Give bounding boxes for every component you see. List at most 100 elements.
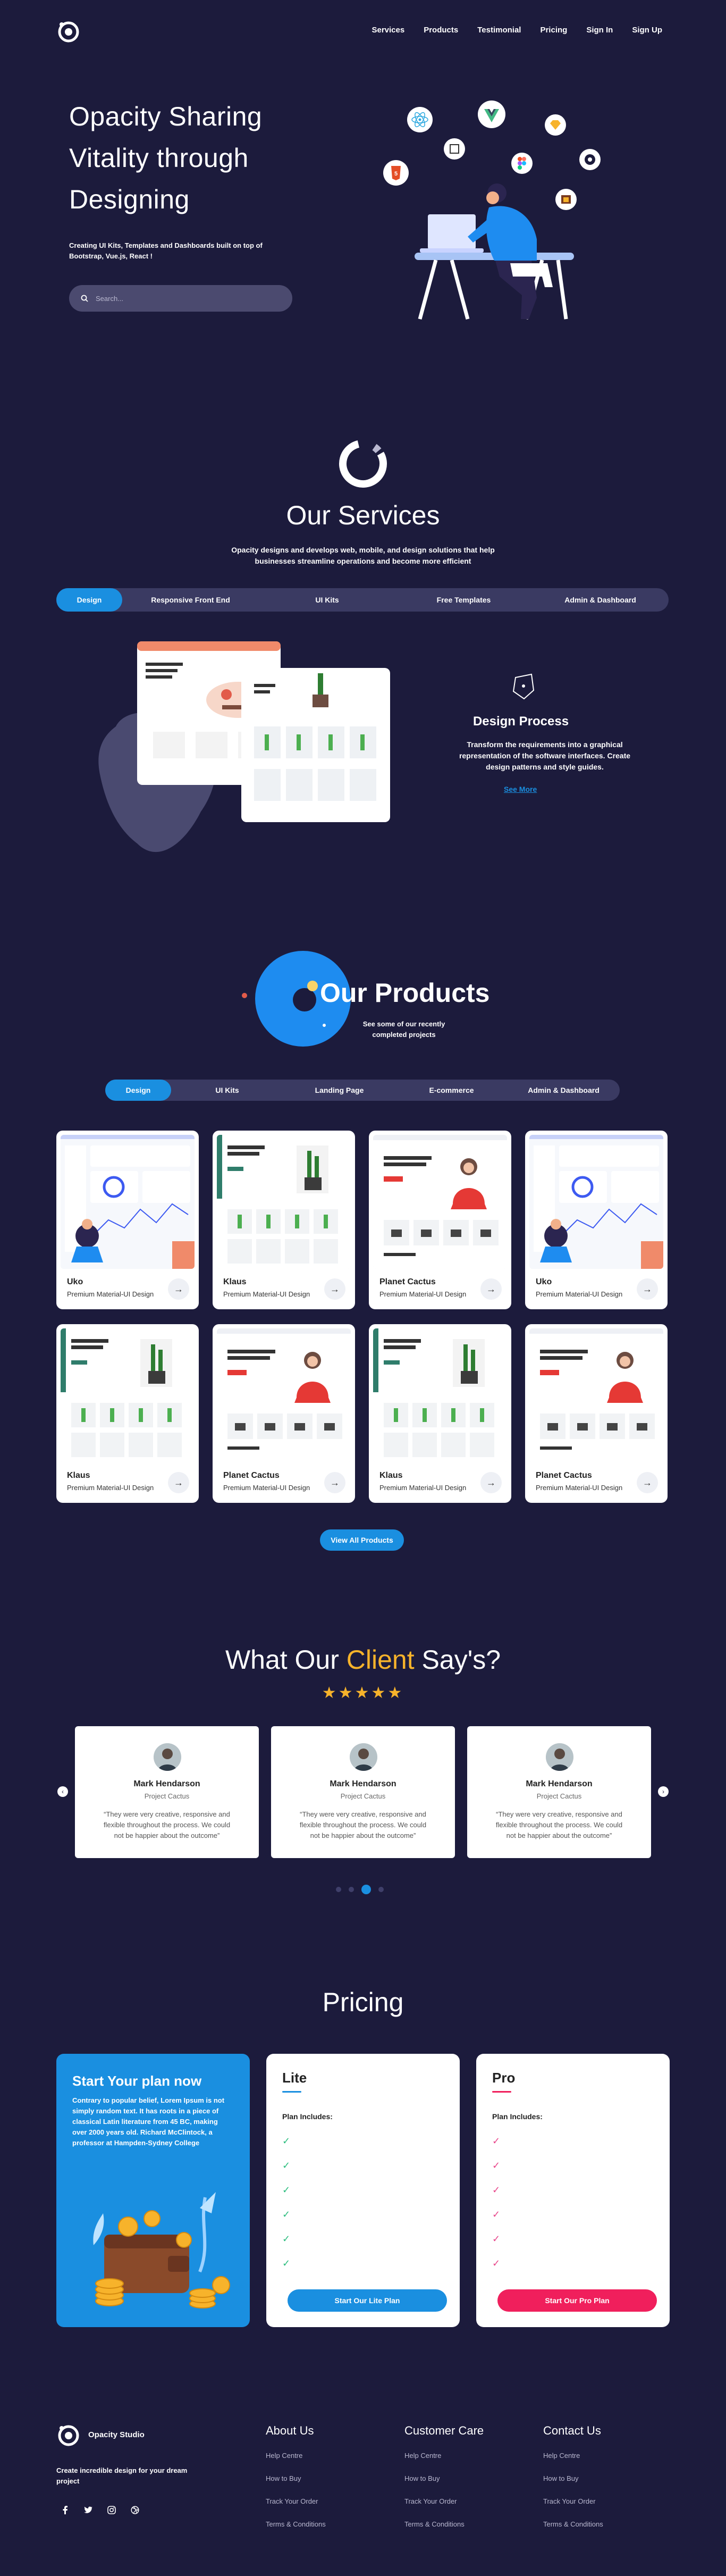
start-lite-plan-button[interactable]: Start Our Lite Plan [288, 2289, 447, 2312]
product-card[interactable]: Klaus Premium Material-UI Design → [213, 1131, 355, 1309]
product-card[interactable]: Planet Cactus Premium Material-UI Design… [213, 1324, 355, 1503]
view-all-products-button[interactable]: View All Products [320, 1529, 404, 1551]
pricing-intro-card: Start Your plan now Contrary to popular … [56, 2054, 250, 2327]
tab-responsive-front-end[interactable]: Responsive Front End [122, 588, 259, 612]
footer-brand: Opacity Studio [88, 2430, 145, 2439]
product-card[interactable]: Planet Cactus Premium Material-UI Design… [369, 1131, 511, 1309]
dribbble-icon[interactable] [131, 2506, 139, 2514]
footer-col-customer-care: Customer Care Help Centre How to Buy Tra… [404, 2424, 484, 2543]
plan-underline [492, 2091, 511, 2093]
testimonial-card: Mark Hendarson Project Cactus “They were… [467, 1726, 651, 1858]
instagram-icon[interactable] [107, 2506, 116, 2514]
product-thumbnail [217, 1135, 351, 1269]
search-input[interactable] [96, 294, 276, 303]
product-thumbnail [373, 1135, 507, 1269]
check-icon: ✓ [282, 2258, 291, 2269]
carousel-dots [336, 1885, 384, 1894]
footer-link[interactable]: Help Centre [404, 2452, 484, 2460]
tab-e-commerce[interactable]: E-commerce [395, 1080, 508, 1101]
start-pro-plan-button[interactable]: Start Our Pro Plan [497, 2289, 657, 2312]
testimonial-quote: “They were very creative, responsive and… [299, 1810, 427, 1839]
tab-admin-dashboard[interactable]: Admin & Dashboard [508, 1080, 620, 1101]
product-subtitle: Premium Material-UI Design [536, 1484, 623, 1492]
opacity-logo-icon [58, 2425, 79, 2446]
product-name: Uko [536, 1277, 552, 1286]
arrow-right-icon[interactable]: → [324, 1472, 345, 1493]
testimonial-quote: “They were very creative, responsive and… [495, 1810, 623, 1839]
product-thumbnail [529, 1328, 663, 1462]
plan-underline [282, 2091, 301, 2093]
check-icon: ✓ [492, 2234, 501, 2244]
carousel-dot[interactable] [378, 1887, 384, 1892]
nav-services[interactable]: Services [372, 26, 404, 35]
nav-pricing[interactable]: Pricing [540, 26, 567, 35]
product-card[interactable]: Klaus Premium Material-UI Design → [369, 1324, 511, 1503]
arrow-right-icon[interactable]: → [168, 1472, 189, 1493]
carousel-next-icon[interactable]: › [658, 1786, 669, 1797]
testimonials-title: What Our Client Say's? [0, 1644, 726, 1675]
twitter-icon[interactable] [84, 2506, 92, 2514]
folder-icon [555, 189, 577, 210]
see-more-link[interactable]: See More [504, 785, 537, 793]
html5-icon: 5 [383, 160, 409, 186]
product-name: Klaus [67, 1471, 90, 1480]
facebook-icon[interactable] [62, 2506, 69, 2514]
nav-sign-in[interactable]: Sign In [586, 26, 613, 35]
arrow-right-icon[interactable]: → [324, 1278, 345, 1300]
arrow-right-icon[interactable]: → [480, 1472, 502, 1493]
product-card[interactable]: Planet Cactus Premium Material-UI Design… [525, 1324, 668, 1503]
tab-design[interactable]: Design [105, 1080, 171, 1101]
product-name: Planet Cactus [536, 1471, 592, 1480]
carousel-dot-active[interactable] [361, 1885, 371, 1894]
plan-name: Pro [492, 2070, 516, 2086]
tab-landing-page[interactable]: Landing Page [283, 1080, 395, 1101]
services-description: Opacity designs and develops web, mobile… [0, 545, 726, 567]
carousel-dot[interactable] [336, 1887, 341, 1892]
footer-link[interactable]: Terms & Conditions [266, 2520, 326, 2528]
testimonials-title-b: Say's? [414, 1645, 501, 1675]
product-thumbnail [373, 1328, 507, 1462]
footer-col-title: Contact Us [543, 2424, 601, 2437]
search-bar[interactable] [69, 285, 292, 312]
product-subtitle: Premium Material-UI Design [536, 1290, 623, 1298]
footer-link[interactable]: Help Centre [543, 2452, 603, 2460]
footer-link[interactable]: How to Buy [266, 2474, 326, 2482]
footer-link[interactable]: How to Buy [543, 2474, 603, 2482]
check-icon: ✓ [492, 2258, 501, 2269]
opacity-logo-icon[interactable] [56, 20, 81, 43]
product-card[interactable]: Uko Premium Material-UI Design → [56, 1131, 199, 1309]
products-title: Our Products [320, 978, 490, 1008]
footer-link[interactable]: Track Your Order [543, 2497, 603, 2505]
tab-ui-kits[interactable]: UI Kits [171, 1080, 283, 1101]
footer-link[interactable]: Terms & Conditions [543, 2520, 603, 2528]
product-card[interactable]: Uko Premium Material-UI Design → [525, 1131, 668, 1309]
check-icon: ✓ [282, 2185, 291, 2195]
footer-link[interactable]: Track Your Order [404, 2497, 484, 2505]
product-card[interactable]: Klaus Premium Material-UI Design → [56, 1324, 199, 1503]
testimonial-name: Mark Hendarson [133, 1779, 200, 1788]
plan-includes: Plan Includes: [282, 2112, 333, 2121]
nav-sign-up[interactable]: Sign Up [632, 26, 662, 35]
arrow-right-icon[interactable]: → [168, 1278, 189, 1300]
tab-ui-kits[interactable]: UI Kits [259, 588, 395, 612]
tab-free-templates[interactable]: Free Templates [395, 588, 532, 612]
nav-products[interactable]: Products [424, 26, 458, 35]
check-icon: ✓ [282, 2209, 291, 2220]
footer-link[interactable]: Track Your Order [266, 2497, 326, 2505]
footer-link[interactable]: Terms & Conditions [404, 2520, 484, 2528]
carousel-dot[interactable] [349, 1887, 354, 1892]
tab-admin-dashboard[interactable]: Admin & Dashboard [532, 588, 669, 612]
avatar [350, 1743, 377, 1771]
arrow-right-icon[interactable]: → [637, 1472, 658, 1493]
arrow-right-icon[interactable]: → [637, 1278, 658, 1300]
arrow-right-icon[interactable]: → [480, 1278, 502, 1300]
footer-link[interactable]: How to Buy [404, 2474, 484, 2482]
carousel-prev-icon[interactable]: ‹ [57, 1786, 68, 1797]
footer-link[interactable]: Help Centre [266, 2452, 326, 2460]
product-name: Klaus [223, 1277, 247, 1286]
tab-design[interactable]: Design [56, 588, 122, 612]
nav-testimonial[interactable]: Testimonial [477, 26, 521, 35]
product-name: Planet Cactus [223, 1471, 280, 1480]
product-subtitle: Premium Material-UI Design [379, 1290, 467, 1298]
product-name: Planet Cactus [379, 1277, 436, 1286]
